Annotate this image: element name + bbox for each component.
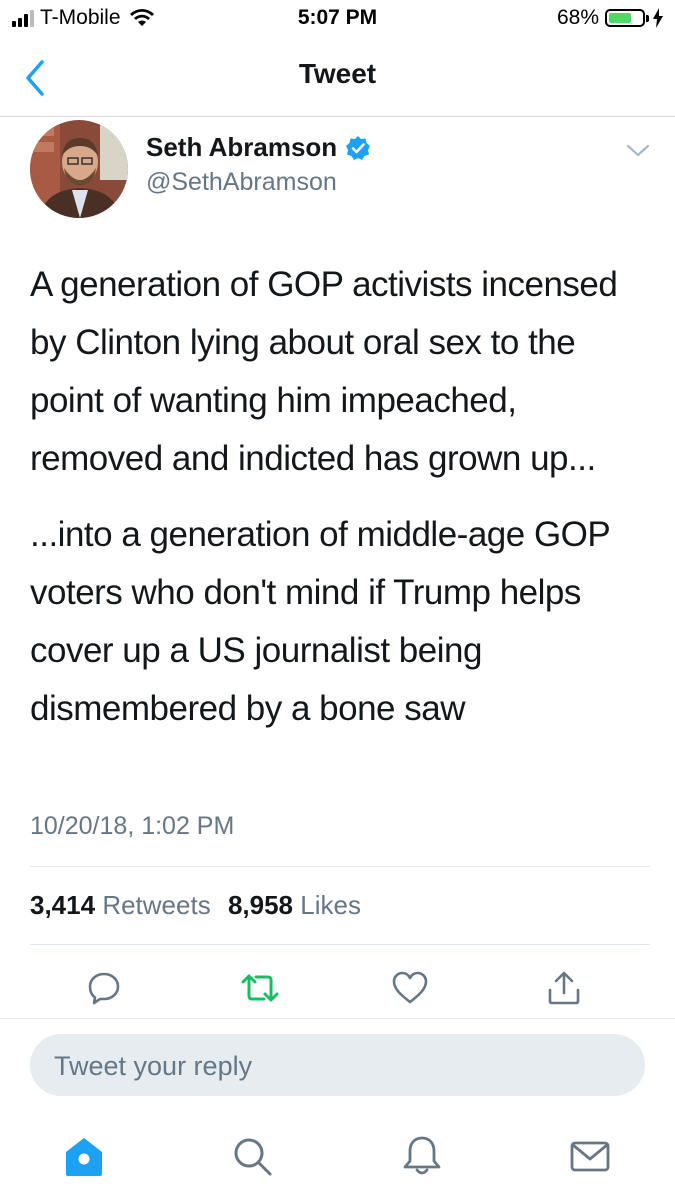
chevron-down-icon[interactable] bbox=[626, 142, 650, 160]
retweets-label[interactable]: Retweets bbox=[102, 890, 210, 920]
charging-bolt-icon bbox=[653, 8, 663, 28]
tweet-text: A generation of GOP activists incensed b… bbox=[30, 256, 650, 756]
reply-box[interactable] bbox=[30, 1034, 645, 1098]
battery-icon bbox=[605, 9, 645, 27]
reply-input[interactable] bbox=[52, 1034, 616, 1098]
share-button[interactable] bbox=[542, 966, 586, 1010]
retweet-icon bbox=[241, 974, 279, 1002]
status-bar: T-Mobile 5:07 PM 68% bbox=[0, 0, 675, 40]
tweet-paragraph: A generation of GOP activists incensed b… bbox=[30, 265, 618, 478]
search-icon bbox=[234, 1138, 272, 1176]
divider bbox=[0, 1018, 675, 1019]
tweet-paragraph: ...into a generation of middle-age GOP v… bbox=[30, 515, 610, 728]
like-icon bbox=[392, 971, 428, 1004]
reply-button[interactable] bbox=[82, 966, 126, 1010]
retweet-button[interactable] bbox=[238, 966, 282, 1010]
tweet-stats: 3,414 Retweets 8,958 Likes bbox=[30, 890, 371, 921]
verified-badge-icon bbox=[346, 135, 371, 160]
page-title: Tweet bbox=[298, 58, 377, 89]
notifications-icon bbox=[403, 1136, 441, 1175]
divider bbox=[30, 944, 650, 945]
home-icon bbox=[66, 1138, 102, 1176]
author-name[interactable]: Seth Abramson bbox=[146, 132, 337, 163]
tab-messages[interactable] bbox=[566, 1132, 614, 1180]
likes-label[interactable]: Likes bbox=[300, 890, 361, 920]
nav-bar: Tweet bbox=[0, 40, 675, 117]
share-icon bbox=[548, 971, 580, 1005]
likes-count[interactable]: 8,958 bbox=[228, 890, 293, 920]
reply-icon bbox=[88, 972, 120, 1005]
status-right: 68% bbox=[557, 6, 663, 30]
tab-bar bbox=[0, 1112, 675, 1200]
battery-cap bbox=[646, 14, 649, 22]
tweet-timestamp: 10/20/18, 1:02 PM bbox=[30, 812, 235, 840]
battery-fill bbox=[609, 13, 631, 23]
author-handle[interactable]: @SethAbramson bbox=[146, 168, 337, 197]
tab-notifications[interactable] bbox=[398, 1132, 446, 1180]
battery-percent: 68% bbox=[556, 6, 599, 29]
tweet-actions bbox=[0, 960, 675, 1016]
avatar[interactable] bbox=[30, 120, 128, 218]
tab-search[interactable] bbox=[228, 1132, 276, 1180]
messages-icon bbox=[570, 1141, 610, 1172]
author[interactable]: Seth Abramson bbox=[146, 132, 371, 163]
tab-home[interactable] bbox=[60, 1132, 108, 1180]
divider bbox=[30, 866, 650, 867]
retweets-count[interactable]: 3,414 bbox=[30, 890, 95, 920]
like-button[interactable] bbox=[388, 966, 432, 1010]
